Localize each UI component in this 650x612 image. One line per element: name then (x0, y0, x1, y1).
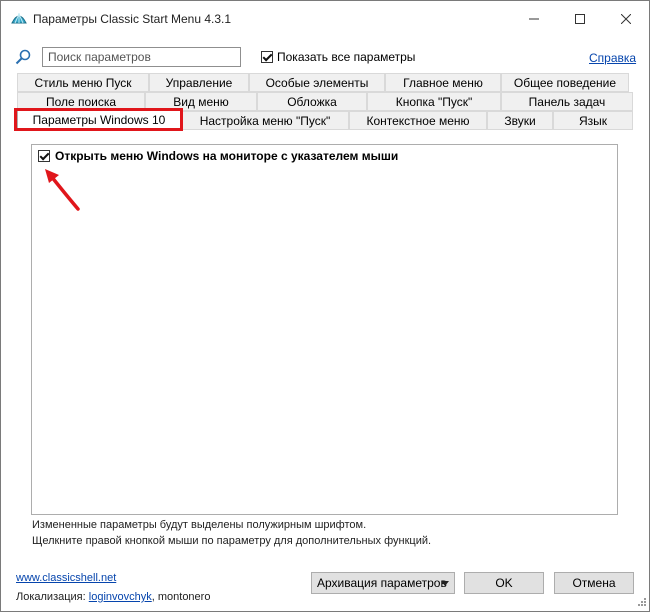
shell-icon (11, 13, 27, 24)
tab-taskbar[interactable]: Панель задач (501, 92, 633, 111)
tab-main-menu[interactable]: Главное меню (385, 73, 501, 92)
ok-button[interactable]: OK (464, 572, 544, 594)
backup-settings-button[interactable]: Архивация параметров (311, 572, 455, 594)
localization-author-link[interactable]: loginvovchyk (89, 591, 152, 603)
dropdown-arrow-icon (441, 581, 449, 586)
tab-sounds[interactable]: Звуки (487, 111, 553, 130)
backup-button-label: Архивация параметров (317, 576, 447, 590)
cancel-button[interactable]: Отмена (554, 572, 634, 594)
option-label: Открыть меню Windows на мониторе с указа… (55, 149, 399, 163)
title-bar: Параметры Classic Start Menu 4.3.1 (1, 1, 649, 37)
minimize-button[interactable] (511, 1, 557, 37)
resize-grip-icon[interactable] (635, 597, 647, 609)
localization-label: Локализация: (16, 591, 86, 603)
minimize-icon (529, 18, 539, 20)
tab-start-button[interactable]: Кнопка "Пуск" (367, 92, 501, 111)
maximize-button[interactable] (557, 1, 603, 37)
tab-controls[interactable]: Управление (149, 73, 249, 92)
annotation-arrow-icon (45, 169, 80, 211)
show-all-label: Показать все параметры (277, 50, 416, 64)
search-icon (15, 49, 31, 65)
hint-right-click: Щелкните правой кнопкой мыши по параметр… (32, 535, 432, 547)
tab-skin[interactable]: Обложка (257, 92, 367, 111)
checkbox-check-icon[interactable] (38, 150, 50, 162)
checkbox-check-icon[interactable] (261, 51, 273, 63)
highlight-box (14, 108, 183, 131)
hint-bold-changes: Измененные параметры будут выделены полу… (32, 519, 367, 531)
localization-rest: , montonero (151, 591, 211, 603)
website-link[interactable]: www.classicshell.net (16, 572, 116, 584)
tab-context-menu[interactable]: Контекстное меню (349, 111, 487, 130)
tab-language[interactable]: Язык (553, 111, 633, 130)
show-all-checkbox[interactable]: Показать все параметры (261, 50, 415, 64)
close-button[interactable] (603, 1, 649, 37)
maximize-icon (575, 14, 585, 24)
close-icon (621, 14, 631, 24)
search-input[interactable] (42, 47, 241, 67)
help-link[interactable]: Справка (589, 51, 636, 65)
localization-credits: Локализация: loginvovchyk, montonero (16, 591, 210, 603)
window-title: Параметры Classic Start Menu 4.3.1 (33, 12, 232, 26)
tab-start-menu-style[interactable]: Стиль меню Пуск (17, 73, 149, 92)
open-on-mouse-monitor-option[interactable]: Открыть меню Windows на мониторе с указа… (38, 149, 398, 163)
tab-general-behavior[interactable]: Общее поведение (501, 73, 629, 92)
tab-special-items[interactable]: Особые элементы (249, 73, 385, 92)
tab-customize-start-menu[interactable]: Настройка меню "Пуск" (181, 111, 349, 130)
settings-window: Параметры Classic Start Menu 4.3.1 Показ… (0, 0, 650, 612)
settings-panel: Открыть меню Windows на мониторе с указа… (31, 144, 618, 515)
